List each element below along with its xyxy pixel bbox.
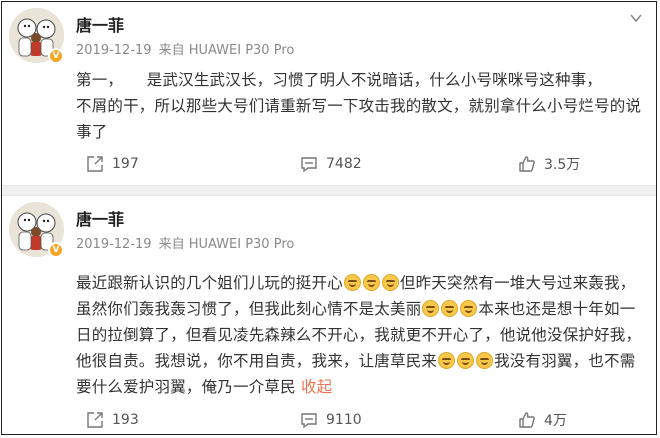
action-bar: 197 7482 3.5万: [2, 152, 656, 176]
content-line: 不屑的干，所以那些大号们请重新写一下攻击我的散文，就别拿什么小号烂号的说: [76, 97, 642, 115]
grin-emoji-icon: [460, 300, 478, 317]
content-line: 日的拉倒算了，但看见凌先森辣么不开心，我就更不开心了，他说他没保护好我，: [76, 326, 642, 344]
repost-count: 197: [112, 156, 139, 172]
repost-icon: [87, 156, 103, 172]
text-segment: 他很自责。我想说，你不用自责，我来，让唐草民来: [76, 352, 438, 370]
grin-emoji-icon: [362, 274, 380, 291]
chevron-down-icon[interactable]: [630, 12, 642, 24]
comment-icon: [301, 413, 317, 429]
comment-button[interactable]: 7482: [300, 152, 362, 176]
post-date[interactable]: 2019-12-19: [76, 237, 152, 252]
comment-count: 9110: [326, 412, 362, 428]
grin-emoji-icon: [457, 352, 475, 369]
weibo-feed: V 唐一菲 2019-12-19 来自 HUAWEI P30 Pro 第一， 是武…: [1, 1, 657, 435]
grin-emoji-icon: [476, 352, 494, 369]
weibo-post: V 唐一菲 2019-12-19 来自 HUAWEI P30 Pro 最近跟新认识…: [2, 196, 656, 436]
grin-emoji-icon: [438, 352, 456, 369]
weibo-post: V 唐一菲 2019-12-19 来自 HUAWEI P30 Pro 第一， 是武…: [2, 2, 656, 185]
text-segment: 最近跟新认识的几个姐们儿玩的挺开心: [76, 274, 343, 292]
repost-button[interactable]: 193: [86, 408, 139, 432]
verified-badge-icon: V: [48, 242, 64, 258]
post-content: 最近跟新认识的几个姐们儿玩的挺开心 但昨天突然有一堆大号过来轰我， 虽然你们轰我轰…: [76, 270, 646, 400]
repost-icon: [87, 412, 103, 428]
comment-count: 7482: [326, 156, 362, 172]
text-segment: 虽然你们轰我轰习惯了，但我此刻心情不是太美丽: [76, 300, 422, 318]
repost-count: 193: [112, 412, 139, 428]
content-line: 最近跟新认识的几个姐们儿玩的挺开心 但昨天突然有一堆大号过来轰我，: [76, 270, 646, 296]
verified-badge-icon: V: [48, 48, 64, 64]
content-line: 第一， 是武汉生武汉长，习惯了明人不说暗话，什么小号咪咪号这种事，: [76, 71, 603, 89]
post-date[interactable]: 2019-12-19: [76, 43, 152, 58]
post-content: 第一， 是武汉生武汉长，习惯了明人不说暗话，什么小号咪咪号这种事， 不屑的干，所…: [76, 67, 646, 145]
thumbs-up-icon: [519, 412, 535, 428]
text-segment: 我没有羽翼，也不需: [494, 352, 636, 370]
grin-emoji-icon: [343, 274, 361, 291]
username[interactable]: 唐一菲: [76, 206, 124, 230]
post-divider: [2, 185, 656, 196]
content-line: 虽然你们轰我轰习惯了，但我此刻心情不是太美丽 本来也还是想十年如一: [76, 296, 646, 322]
username[interactable]: 唐一菲: [76, 12, 124, 36]
comment-button[interactable]: 9110: [300, 408, 362, 432]
grin-emoji-icon: [381, 274, 399, 291]
like-button[interactable]: 3.5万: [518, 152, 580, 176]
comment-icon: [301, 157, 317, 173]
text-segment: 但昨天突然有一堆大号过来轰我，: [399, 274, 636, 292]
post-meta: 2019-12-19 来自 HUAWEI P30 Pro: [76, 233, 301, 252]
collapse-link[interactable]: 收起: [301, 378, 332, 396]
grin-emoji-icon: [422, 300, 440, 317]
post-source: 来自 HUAWEI P30 Pro: [158, 43, 295, 58]
content-line: 事了: [76, 123, 108, 141]
text-segment: 本来也还是想十年如一: [478, 300, 636, 318]
repost-button[interactable]: 197: [86, 152, 139, 176]
text-segment: 要什么爱护羽翼，俺乃一介草民: [76, 378, 296, 396]
grin-emoji-icon: [441, 300, 459, 317]
content-line: 要什么爱护羽翼，俺乃一介草民 收起: [76, 374, 646, 400]
post-meta: 2019-12-19 来自 HUAWEI P30 Pro: [76, 39, 301, 58]
like-count: 4万: [544, 413, 567, 429]
post-source: 来自 HUAWEI P30 Pro: [158, 237, 295, 252]
content-line: 他很自责。我想说，你不用自责，我来，让唐草民来 我没有羽翼，也不需: [76, 348, 646, 374]
like-button[interactable]: 4万: [518, 408, 567, 432]
like-count: 3.5万: [544, 157, 581, 173]
action-bar: 193 9110 4万: [2, 408, 656, 432]
thumbs-up-icon: [519, 156, 535, 172]
